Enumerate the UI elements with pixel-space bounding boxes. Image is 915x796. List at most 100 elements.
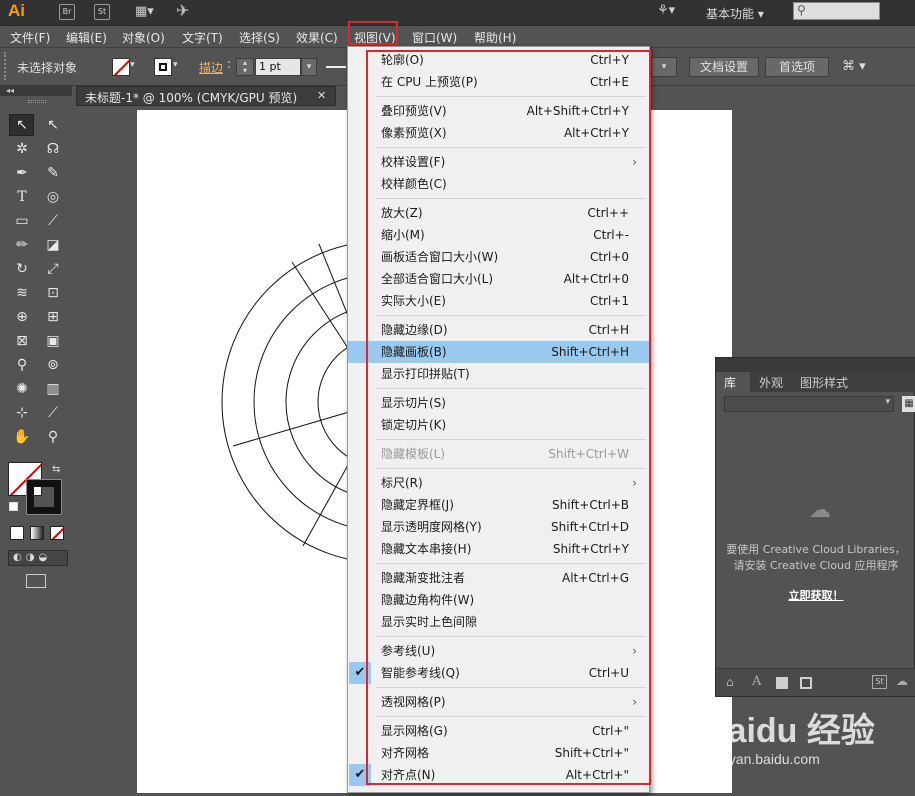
application-bar: Ai Br St ▦▾ ✈ ⚘▾ 基本功能 ▾ ⚲	[0, 0, 915, 26]
artboard-tool-icon[interactable]: ⊹	[11, 402, 33, 424]
type-tool-icon[interactable]: T	[11, 186, 33, 208]
menu-1[interactable]: 编辑(E)	[66, 29, 107, 46]
cloud-offline-icon: ☁	[809, 498, 831, 523]
stock-search-icon[interactable]: St	[872, 675, 887, 689]
get-it-now-link[interactable]: 立即获取！	[716, 587, 915, 603]
search-input[interactable]: ⚲	[793, 2, 880, 20]
menu-2[interactable]: 对象(O)	[122, 29, 165, 46]
direct-selection-tool-icon[interactable]: ↖	[42, 114, 64, 136]
watermark: Baidu 经验 jingyan.baidu.com	[703, 695, 913, 793]
colon-label: :	[227, 57, 232, 71]
stock-icon[interactable]: St	[94, 4, 110, 20]
search-icon: ⚲	[797, 3, 806, 17]
stroke-weight-dropdown[interactable]: ▾	[301, 58, 317, 76]
grip-icon	[4, 52, 8, 80]
library-message-2: 请安装 Creative Cloud 应用程序	[733, 559, 899, 572]
fill-dropdown-icon[interactable]: ▾	[130, 60, 135, 70]
menu-4[interactable]: 选择(S)	[239, 29, 280, 46]
none-mode-icon[interactable]	[50, 526, 64, 540]
workspace-switcher[interactable]: 基本功能 ▾	[706, 5, 764, 22]
lasso-tool-icon[interactable]: ☊	[42, 138, 64, 160]
document-setup-button[interactable]: 文档设置	[689, 57, 759, 77]
symbol-sprayer-tool-icon[interactable]: ✺	[11, 378, 33, 400]
stroke-label[interactable]: 描边	[199, 59, 223, 76]
add-stroke-icon[interactable]	[800, 677, 812, 689]
gradient-tool-icon[interactable]: ▣	[42, 330, 64, 352]
eraser-tool-icon[interactable]: ◪	[42, 234, 64, 256]
add-fill-icon[interactable]	[776, 677, 788, 689]
swap-colors-icon[interactable]: ⇆	[52, 464, 60, 475]
menu-7[interactable]: 窗口(W)	[412, 29, 457, 46]
preferences-button[interactable]: 首选项	[765, 57, 829, 77]
stroke-swatch[interactable]	[154, 58, 172, 76]
zoom-tool-icon[interactable]: ⚲	[42, 426, 64, 448]
width-tool-icon[interactable]: ≋	[11, 282, 33, 304]
watermark-url: jingyan.baidu.com	[707, 751, 820, 767]
library-message: 要使用 Creative Cloud Libraries，	[726, 543, 906, 556]
pen-tool-icon[interactable]: ✒	[11, 162, 33, 184]
selection-status: 未选择对象	[17, 61, 78, 75]
draw-mode-icons[interactable]: ◐◑◒	[8, 550, 68, 566]
sync-icon[interactable]: ⚘▾	[657, 3, 675, 18]
panel-header	[716, 358, 915, 372]
fill-swatch[interactable]	[112, 58, 130, 76]
hand-tool-icon[interactable]: ✋	[11, 426, 33, 448]
curvature-tool-icon[interactable]: ✎	[42, 162, 64, 184]
perspective-grid-tool-icon[interactable]: ⊞	[42, 306, 64, 328]
add-text-icon[interactable]: A	[752, 674, 761, 689]
default-colors-icon[interactable]	[9, 502, 18, 511]
selection-tool-icon[interactable]: ↖	[11, 114, 33, 136]
free-transform-tool-icon[interactable]: ⊡	[42, 282, 64, 304]
paintbrush-tool-icon[interactable]: ⟋	[42, 210, 64, 232]
stroke-color-swatch[interactable]	[26, 479, 62, 515]
stroke-weight-input[interactable]: 1 pt	[255, 58, 301, 76]
collapse-panel-icon[interactable]: ◂◂	[0, 86, 72, 96]
library-select[interactable]: ▾	[724, 396, 894, 412]
panel-footer: ⌂ A St ☁	[716, 668, 915, 696]
cloud-sync-icon[interactable]: ☁	[896, 674, 908, 688]
gradient-mode-icon[interactable]	[30, 526, 44, 540]
grid-view-icon[interactable]: ▦	[902, 396, 915, 412]
menu-5[interactable]: 效果(C)	[296, 29, 338, 46]
panel-tabs: 库 外观 图形样式	[716, 372, 915, 392]
toolbox-grip	[28, 100, 46, 103]
shape-builder-tool-icon[interactable]: ⊕	[11, 306, 33, 328]
arrange-documents-icon[interactable]: ▦▾	[135, 4, 159, 20]
magic-wand-tool-icon[interactable]: ✲	[11, 138, 33, 160]
libraries-panel: 库 外观 图形样式 ▾ ▦ ☁ 要使用 Creative Cloud Libra…	[715, 357, 915, 697]
rotate-tool-icon[interactable]: ↻	[11, 258, 33, 280]
eyedropper-tool-icon[interactable]: ⚲	[11, 354, 33, 376]
document-tab-title: 未标题-1* @ 100% (CMYK/GPU 预览)	[85, 91, 298, 105]
stroke-stepper[interactable]: ▴ ▾	[236, 58, 254, 76]
menu-3[interactable]: 文字(T)	[182, 29, 223, 46]
pencil-tool-icon[interactable]: ✏	[11, 234, 33, 256]
stroke-dropdown-icon[interactable]: ▾	[173, 60, 178, 70]
rectangle-tool-icon[interactable]: ▭	[11, 210, 33, 232]
polar-grid-tool-icon[interactable]: ◎	[42, 186, 64, 208]
slice-tool-icon[interactable]: ⟋	[42, 402, 64, 424]
tab-graphic-styles[interactable]: 图形样式	[800, 374, 848, 391]
arrange-icon[interactable]: ⌘ ▾	[842, 59, 866, 74]
blend-tool-icon[interactable]: ⊚	[42, 354, 64, 376]
color-mode-icon[interactable]	[10, 526, 24, 540]
mesh-tool-icon[interactable]: ⊠	[11, 330, 33, 352]
menu-0[interactable]: 文件(F)	[10, 29, 50, 46]
view-menu-highlight-box	[348, 21, 398, 45]
opacity-dropdown[interactable]: ▾	[651, 57, 677, 77]
watermark-brand: Baidu 经验	[703, 712, 875, 750]
menu-bar: 文件(F) 编辑(E) 对象(O) 文字(T) 选择(S) 效果(C) 视图(V) 窗口(W)…	[0, 26, 915, 48]
menu-highlight-box	[366, 50, 651, 785]
add-content-icon[interactable]: ⌂	[726, 675, 734, 689]
menu-8[interactable]: 帮助(H)	[474, 29, 516, 46]
bridge-icon[interactable]: Br	[59, 4, 75, 20]
screen-mode-icon[interactable]	[26, 574, 46, 588]
tab-libraries[interactable]: 库	[724, 374, 736, 391]
gpu-performance-icon[interactable]: ✈	[176, 1, 189, 20]
tab-appearance[interactable]: 外观	[759, 374, 783, 391]
close-tab-icon[interactable]: ✕	[317, 89, 326, 102]
scale-tool-icon[interactable]: ⤢	[42, 258, 64, 280]
column-graph-tool-icon[interactable]: ▥	[42, 378, 64, 400]
document-tab[interactable]: 未标题-1* @ 100% (CMYK/GPU 预览) ✕	[76, 86, 336, 106]
app-logo: Ai	[8, 1, 25, 20]
stroke-profile-icon[interactable]	[326, 66, 346, 68]
